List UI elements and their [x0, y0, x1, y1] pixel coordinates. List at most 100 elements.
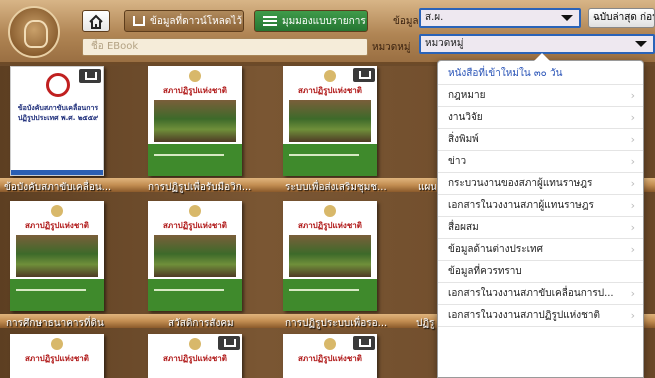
dropdown-item-label: เอกสารในวงงานสภาขับเคลื่อนการป... [448, 288, 614, 299]
book-cover-title: สภาปฏิรูปแห่งชาติ [25, 354, 89, 363]
chevron-right-icon: › [630, 221, 635, 234]
chevron-right-icon: › [630, 133, 635, 146]
category-dropdown: หนังสือที่เข้าใหม่ใน ๓๐ วัน กฎหมาย › งานว… [437, 53, 644, 378]
cover-band [148, 144, 242, 176]
cover-photo [154, 100, 236, 142]
seal-icon [51, 205, 63, 217]
seal-icon [324, 70, 336, 82]
list-icon [263, 16, 277, 26]
book-caption[interactable]: ระบบเพื่อส่งเสริมชุมช... [285, 180, 415, 195]
book-caption[interactable]: การปฏิรูปเพื่อรับมือวิก... [148, 180, 278, 195]
download-icon[interactable] [218, 336, 240, 350]
book-cover-title: สภาปฏิรูปแห่งชาติ [25, 221, 89, 230]
cover-band [283, 144, 377, 176]
data-source-value: ส.ผ. [425, 12, 444, 23]
book-caption[interactable]: ปฏิรู [416, 316, 436, 331]
dropdown-item-label: ข้อมูลด้านต่างประเทศ [448, 244, 543, 255]
seal-icon [51, 338, 63, 350]
dropdown-item-research[interactable]: งานวิจัย › [438, 107, 643, 129]
top-bar: ข้อมูลที่ดาวน์โหลดไว้ มุมมองแบบรายการ ชื… [0, 0, 655, 64]
category-select[interactable]: หมวดหมู่ [419, 34, 655, 54]
book-caption[interactable]: การศึกษาธนาคารที่ดิน [6, 316, 136, 331]
download-icon[interactable] [79, 69, 101, 83]
book-caption[interactable]: การปฏิรูประบบเพื่อรอ... [285, 316, 415, 331]
book-cover-title: สภาปฏิรูปแห่งชาติ [298, 354, 362, 363]
book-cover-title: สภาปฏิรูปแห่งชาติ [163, 354, 227, 363]
cover-photo [289, 235, 371, 277]
book-cover[interactable]: สภาปฏิรูปแห่งชาติ [148, 201, 242, 311]
book-cover-title: สภาปฏิรูปแห่งชาติ [163, 221, 227, 230]
seal-icon [324, 205, 336, 217]
book-caption[interactable]: ข้อบังคับสภาขับเคลื่อน... [4, 180, 134, 195]
chevron-right-icon: › [630, 309, 635, 322]
book-cover[interactable]: สภาปฏิรูปแห่งชาติ [10, 334, 104, 378]
category-filter-label: หมวดหมู่ [372, 42, 411, 53]
cover-photo [289, 100, 371, 142]
chevron-right-icon: › [630, 199, 635, 212]
category-value: หมวดหมู่ [425, 38, 464, 49]
chevron-down-icon [635, 41, 647, 47]
cover-band [283, 279, 377, 311]
book-cover[interactable]: สภาปฏิรูปแห่งชาติ [148, 66, 242, 176]
chevron-right-icon: › [630, 243, 635, 256]
seal-icon [189, 70, 201, 82]
chevron-right-icon: › [630, 287, 635, 300]
downloaded-button-label: ข้อมูลที่ดาวน์โหลดไว้ [150, 16, 242, 27]
download-icon [133, 16, 145, 26]
emblem-icon [46, 73, 70, 97]
chevron-right-icon: › [630, 177, 635, 190]
dropdown-item-multimedia[interactable]: สื่อผสม › [438, 217, 643, 239]
chevron-right-icon: › [630, 89, 635, 102]
book-cover-title: สภาปฏิรูปแห่งชาติ [298, 221, 362, 230]
dropdown-item-news[interactable]: ข่าว › [438, 151, 643, 173]
dropdown-item-useful-info[interactable]: ข้อมูลที่ควรทราบ [438, 261, 643, 283]
book-cover-title: ข้อบังคับสภาขับเคลื่อนการปฏิรูปประเทศ พ.… [17, 104, 99, 122]
dropdown-item-label: เอกสารในวงงานสภาผู้แทนราษฎร [448, 200, 594, 211]
dropdown-item-label: ข้อมูลที่ควรทราบ [448, 266, 522, 277]
dropdown-item-label: ข่าว [448, 156, 467, 167]
book-cover[interactable]: สภาปฏิรูปแห่งชาติ [10, 201, 104, 311]
downloaded-button[interactable]: ข้อมูลที่ดาวน์โหลดไว้ [124, 10, 244, 32]
dropdown-item-foreign-affairs[interactable]: ข้อมูลด้านต่างประเทศ › [438, 239, 643, 261]
chevron-down-icon [561, 15, 573, 21]
dropdown-item-label: กฎหมาย [448, 90, 486, 101]
book-cover[interactable]: สภาปฏิรูปแห่งชาติ [283, 201, 377, 311]
chevron-right-icon: › [630, 111, 635, 124]
parliament-logo [8, 6, 60, 58]
book-caption[interactable]: แผน [418, 180, 436, 195]
data-source-select[interactable]: ส.ผ. [419, 8, 581, 28]
cover-band [10, 279, 104, 311]
book-cover-title: สภาปฏิรูปแห่งชาติ [298, 86, 362, 95]
dropdown-item-label: งานวิจัย [448, 112, 483, 123]
cover-photo [154, 235, 236, 277]
book-caption[interactable]: สวัสดิการสังคม [168, 316, 278, 331]
list-view-button[interactable]: มุมมองแบบรายการ [254, 10, 368, 32]
dropdown-item-label: หนังสือที่เข้าใหม่ใน ๓๐ วัน [448, 68, 563, 79]
dropdown-item-house-documents[interactable]: เอกสารในวงงานสภาผู้แทนราษฎร › [438, 195, 643, 217]
dropdown-item-reform-steering-docs[interactable]: เอกสารในวงงานสภาขับเคลื่อนการป... › [438, 283, 643, 305]
dropdown-item-label: สิ่งพิมพ์ [448, 134, 479, 145]
seal-icon [189, 338, 201, 350]
sort-latest-button[interactable]: ฉบับล่าสุด ก่อน [588, 8, 655, 28]
list-view-button-label: มุมมองแบบรายการ [282, 16, 366, 27]
dropdown-item-label: กระบวนงานของสภาผู้แทนราษฎร [448, 178, 593, 189]
dropdown-item-reform-council-docs[interactable]: เอกสารในวงงานสภาปฏิรูปแห่งชาติ › [438, 305, 643, 327]
download-icon[interactable] [353, 336, 375, 350]
sort-latest-label: ฉบับล่าสุด ก่อน [593, 12, 655, 23]
download-icon[interactable] [353, 68, 375, 82]
book-cover[interactable]: สภาปฏิรูปแห่งชาติ [283, 66, 377, 176]
ebook-search-input[interactable]: ชื่อ EBook [82, 38, 368, 56]
dropdown-item-new-30-days[interactable]: หนังสือที่เข้าใหม่ใน ๓๐ วัน [438, 63, 643, 85]
book-cover[interactable]: สภาปฏิรูปแห่งชาติ [283, 334, 377, 378]
chevron-right-icon: › [630, 155, 635, 168]
seal-icon [324, 338, 336, 350]
book-cover[interactable]: สภาปฏิรูปแห่งชาติ [148, 334, 242, 378]
dropdown-item-publications[interactable]: สิ่งพิมพ์ › [438, 129, 643, 151]
dropdown-item-house-process[interactable]: กระบวนงานของสภาผู้แทนราษฎร › [438, 173, 643, 195]
home-button[interactable] [82, 10, 110, 32]
dropdown-item-label: สื่อผสม [448, 222, 479, 233]
book-cover[interactable]: ข้อบังคับสภาขับเคลื่อนการปฏิรูปประเทศ พ.… [10, 66, 104, 176]
dropdown-item-law[interactable]: กฎหมาย › [438, 85, 643, 107]
cover-photo [16, 235, 98, 277]
dropdown-item-label: เอกสารในวงงานสภาปฏิรูปแห่งชาติ [448, 310, 601, 321]
